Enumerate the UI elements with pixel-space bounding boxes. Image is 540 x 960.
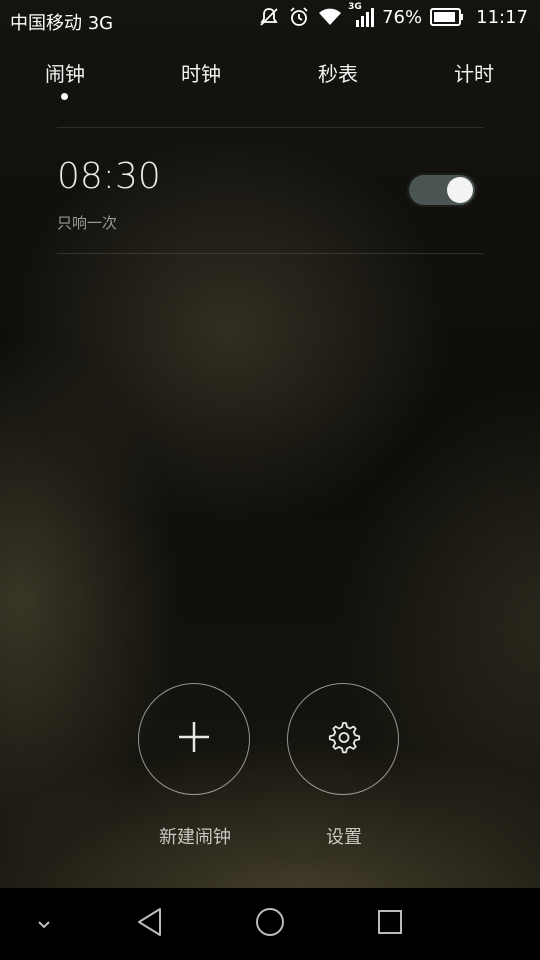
settings-label: 设置: [326, 827, 362, 848]
active-tab-indicator: [61, 93, 68, 100]
home-icon: [255, 907, 285, 941]
alarm-list-item[interactable]: 08:30 只响一次: [0, 128, 540, 253]
back-button[interactable]: [110, 888, 190, 960]
tab-timer[interactable]: 计时: [434, 58, 514, 87]
carrier-label: 中国移动 3G: [10, 13, 114, 34]
status-bar: 中国移动 3G 3G 76% 11:17: [0, 0, 540, 40]
wifi-icon: [318, 7, 342, 27]
tab-clock[interactable]: 时钟: [161, 58, 241, 87]
collapse-nav-button[interactable]: [4, 888, 84, 960]
recents-icon: [377, 909, 403, 939]
divider-bottom: [57, 253, 483, 254]
recents-button[interactable]: [350, 888, 430, 960]
plus-icon: [177, 720, 211, 758]
tab-bar: 闹钟 时钟 秒表 计时: [0, 58, 540, 108]
add-alarm-label: 新建闹钟: [159, 827, 231, 848]
gear-icon: [325, 719, 361, 759]
tab-stopwatch[interactable]: 秒表: [298, 58, 378, 87]
status-icons: 3G 76% 11:17: [258, 2, 528, 28]
alarm-icon: [288, 6, 310, 28]
battery-icon: [430, 8, 464, 26]
tab-alarm[interactable]: 闹钟: [25, 58, 105, 87]
battery-percent: 76%: [382, 6, 423, 28]
alarm-enable-toggle[interactable]: [407, 173, 477, 207]
add-alarm-button[interactable]: [138, 683, 250, 795]
chevron-down-icon: [36, 915, 52, 934]
back-icon: [136, 907, 164, 941]
settings-button[interactable]: [287, 683, 399, 795]
no-vibrate-icon: [258, 6, 280, 28]
cellular-signal-icon: 3G: [348, 2, 375, 28]
network-type-badge: 3G: [348, 2, 362, 12]
navigation-bar: [0, 888, 540, 960]
alarm-repeat-label: 只响一次: [57, 214, 118, 232]
home-button[interactable]: [230, 888, 310, 960]
alarm-time: 08:30: [57, 156, 161, 197]
status-time: 11:17: [476, 6, 528, 28]
toggle-knob: [447, 177, 473, 203]
